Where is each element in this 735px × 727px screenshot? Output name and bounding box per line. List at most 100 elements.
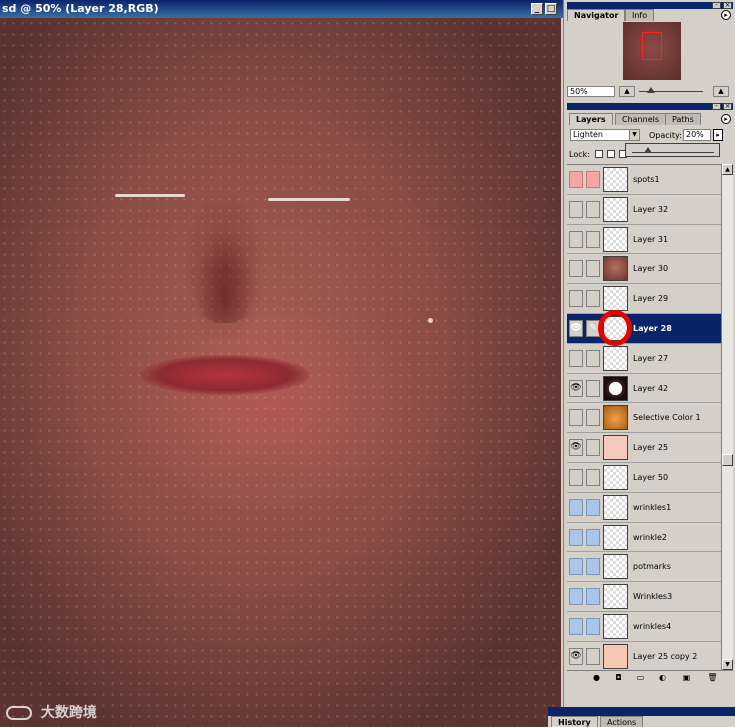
visibility-toggle[interactable] [569,409,583,427]
eye-icon[interactable]: 👁 [569,647,583,665]
visibility-toggle[interactable] [569,498,583,516]
layer-row[interactable]: Layer 30 [567,254,721,285]
layer-row[interactable]: spots1 [567,165,721,195]
adjustment-layer-icon[interactable]: ◐ [657,673,668,683]
link-toggle[interactable] [586,349,600,367]
new-set-icon[interactable]: ▭ [635,673,646,683]
visibility-toggle[interactable] [569,260,583,278]
navigator-close-icon[interactable]: × [723,2,732,9]
eye-icon[interactable]: 👁 [569,439,583,457]
lock-image-checkbox[interactable] [607,150,615,158]
scroll-down-icon[interactable]: ▼ [722,659,733,670]
layer-row[interactable]: Layer 32 [567,194,721,225]
tab-layers[interactable]: Layers [569,113,613,125]
link-toggle[interactable] [586,260,600,278]
navigator-view-box[interactable] [642,32,662,60]
link-toggle[interactable] [586,171,600,188]
layer-row[interactable]: wrinkles4 [567,611,721,642]
link-toggle[interactable] [586,439,600,457]
opacity-slider-knob[interactable] [644,147,652,153]
layer-row[interactable]: potmarks [567,552,721,583]
navigator-thumbnail[interactable] [623,22,681,80]
minimize-button[interactable]: _ [531,3,543,15]
navigator-panel-titlebar[interactable]: - × [567,2,733,9]
tab-actions[interactable]: Actions [600,716,644,727]
layer-row[interactable]: Layer 27 [567,343,721,374]
opacity-popup-arrow-icon[interactable]: ▸ [713,129,723,141]
visibility-toggle[interactable] [569,588,583,606]
tab-paths[interactable]: Paths [665,113,701,125]
visibility-toggle[interactable] [569,617,583,635]
layer-row[interactable]: Layer 29 [567,284,721,314]
maximize-button[interactable]: □ [545,3,557,15]
visibility-toggle[interactable] [569,200,583,218]
layer-row[interactable]: Layer 50 [567,462,721,493]
link-toggle[interactable] [586,498,600,516]
link-toggle[interactable] [586,468,600,486]
layer-style-icon[interactable]: ● [591,673,602,683]
link-toggle[interactable] [586,558,600,576]
navigator-minimize-icon[interactable]: - [712,2,721,9]
layer-row[interactable]: wrinkles1 [567,492,721,523]
tab-channels[interactable]: Channels [615,113,667,125]
blend-mode-select[interactable]: Lighten ▼ [570,129,640,141]
link-toggle[interactable] [586,647,600,665]
link-toggle[interactable] [586,379,600,397]
zoom-slider-knob[interactable] [647,87,655,93]
visibility-toggle[interactable] [569,171,583,188]
layer-row[interactable]: 👁 Layer 42 [567,373,721,404]
zoom-out-icon[interactable]: ▲ [619,86,635,97]
layer-name: Layer 30 [633,264,669,274]
eye-icon[interactable]: 👁 [569,379,583,397]
layers-panel-titlebar[interactable]: - × [567,103,733,110]
layer-row[interactable]: Wrinkles3 [567,582,721,612]
link-toggle[interactable] [586,409,600,427]
layers-minimize-icon[interactable]: - [712,103,721,110]
layer-list-scrollbar[interactable]: ▲ ▼ [721,164,733,670]
chevron-down-icon[interactable]: ▼ [629,130,639,140]
new-layer-icon[interactable]: ▣ [681,673,692,683]
mask-icon[interactable]: ◘ [613,673,624,683]
blend-mode-value: Lighten [573,130,603,139]
visibility-toggle[interactable] [569,558,583,576]
opacity-slider-popup[interactable] [625,143,720,157]
lock-transparency-checkbox[interactable] [595,150,603,158]
opacity-field[interactable]: 20% [683,129,711,141]
link-toggle[interactable] [586,200,600,218]
eye-icon[interactable]: 👁 [569,319,583,337]
visibility-toggle[interactable] [569,468,583,486]
trash-icon[interactable]: 🗑 [707,673,718,683]
visibility-toggle[interactable] [569,230,583,248]
history-panel-titlebar[interactable] [548,707,735,716]
watermark-logo-icon [6,706,32,720]
navigator-zoom-field[interactable]: 50% [567,86,615,97]
layer-thumbnail [603,256,628,282]
tab-navigator[interactable]: Navigator [567,9,626,21]
layer-row[interactable]: 👁 Layer 25 [567,433,721,463]
tab-info[interactable]: Info [625,9,655,21]
visibility-toggle[interactable] [569,290,583,308]
scrollbar-thumb[interactable] [722,454,733,466]
link-toggle[interactable] [586,617,600,635]
link-toggle[interactable] [586,230,600,248]
zoom-in-icon[interactable]: ▲ [713,86,729,97]
tab-history[interactable]: History [551,716,598,727]
layer-row[interactable]: 👁 Layer 25 copy 2 [567,641,721,670]
visibility-toggle[interactable] [569,349,583,367]
link-toggle[interactable] [586,528,600,546]
layer-row[interactable]: Layer 31 [567,224,721,255]
layers-menu-arrow-icon[interactable]: ▸ [721,114,731,124]
layers-close-icon[interactable]: × [723,103,732,110]
image-canvas[interactable]: 大数跨境 [0,18,561,727]
visibility-toggle[interactable] [569,528,583,546]
layer-name: Layer 29 [633,294,669,304]
layer-row[interactable]: wrinkle2 [567,522,721,553]
document-titlebar[interactable]: sd @ 50% (Layer 28,RGB) _ □ [0,0,563,18]
link-toggle[interactable] [586,588,600,606]
layer-row[interactable]: Selective Color 1 [567,403,721,434]
navigator-menu-arrow-icon[interactable]: ▸ [721,10,731,20]
scroll-up-icon[interactable]: ▲ [722,164,733,175]
layer-name: Wrinkles3 [633,592,673,602]
link-toggle[interactable] [586,290,600,308]
layer-row-selected[interactable]: 👁 ✎ Layer 28 [567,313,721,344]
